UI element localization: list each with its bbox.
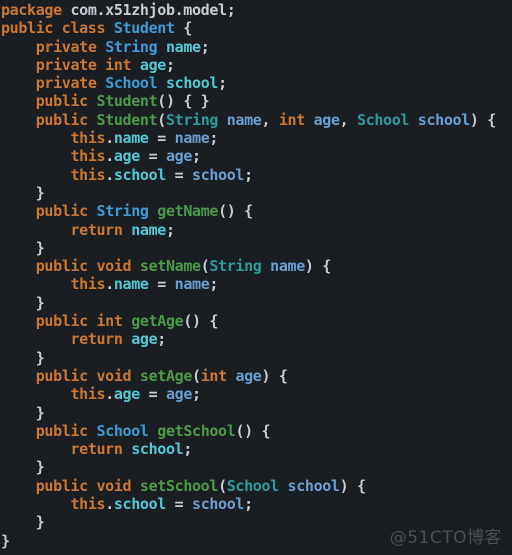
code-line: }: [1, 183, 45, 202]
code-line: public Student() { }: [35, 92, 210, 111]
code-line: public void setAge(int age) {: [35, 366, 288, 385]
source-code[interactable]: package com.x51zhjob.model; public class …: [1, 1, 496, 550]
code-line: public String getName() {: [35, 202, 253, 221]
code-line: this.school = school;: [70, 495, 253, 514]
code-line: this.school = school;: [70, 165, 253, 184]
code-line: return name;: [70, 220, 175, 239]
code-line: }: [1, 348, 45, 367]
code-line: }: [1, 293, 45, 312]
code-line: public School getSchool() {: [35, 421, 271, 440]
code-line: package com.x51zhjob.model;: [1, 1, 236, 19]
code-line: }: [1, 458, 45, 477]
code-line: public Student(String name, int age, Sch…: [35, 110, 497, 129]
code-line: private int age;: [35, 55, 175, 74]
code-line: public int getAge() {: [35, 312, 219, 331]
code-line: this.age = age;: [70, 385, 201, 404]
code-editor[interactable]: package com.x51zhjob.model; public class …: [0, 0, 512, 555]
code-line: }: [1, 403, 45, 422]
site-watermark: @51CTO博客: [389, 527, 502, 548]
code-line: this.name = name;: [70, 129, 219, 148]
code-line: private String name;: [35, 37, 210, 56]
code-line: this.age = age;: [70, 147, 201, 166]
code-line: this.name = name;: [70, 275, 219, 294]
code-line: private School school;: [35, 74, 227, 93]
code-line: public void setSchool(School school) {: [35, 476, 366, 495]
code-line: return school;: [70, 440, 193, 459]
code-line: }: [1, 238, 45, 257]
code-line: return age;: [70, 330, 166, 349]
code-line: public class Student {: [1, 19, 192, 38]
code-line: public void setName(String name) {: [35, 257, 332, 276]
